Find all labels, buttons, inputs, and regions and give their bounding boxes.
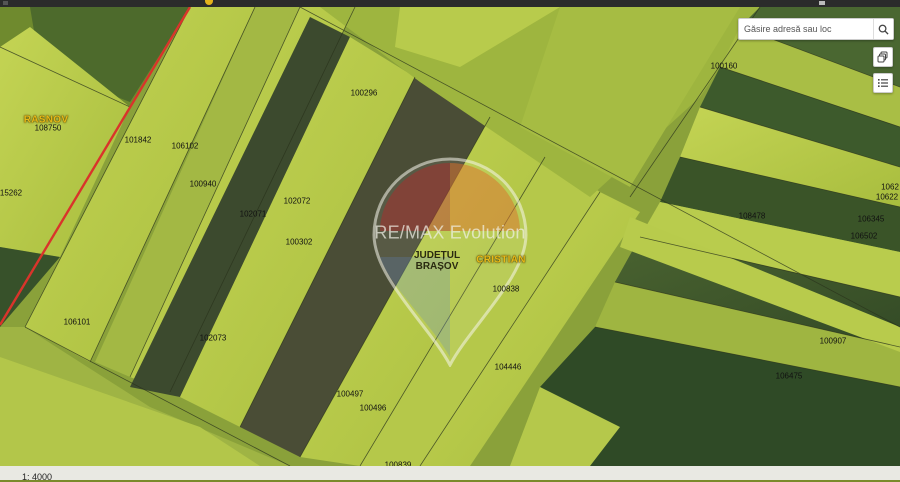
map-footer: 1: 4000 bbox=[0, 466, 900, 482]
parcel-label[interactable]: 102072 bbox=[284, 197, 311, 206]
parcel-label[interactable]: 100496 bbox=[360, 404, 387, 413]
parcel-label[interactable]: 102071 bbox=[240, 210, 267, 219]
logo-icon bbox=[205, 0, 213, 5]
layers-button[interactable] bbox=[873, 47, 893, 67]
legend-button[interactable] bbox=[873, 73, 893, 93]
search-input[interactable] bbox=[739, 20, 873, 38]
search-icon bbox=[878, 24, 889, 35]
parcel-label[interactable]: 106102 bbox=[172, 142, 199, 151]
toolbar-icon bbox=[819, 1, 825, 5]
parcel-label[interactable]: 106475 bbox=[776, 372, 803, 381]
parcel-label[interactable]: 1062 bbox=[881, 183, 899, 192]
parcel-label[interactable]: 108750 bbox=[35, 124, 62, 133]
parcel-label[interactable]: 106101 bbox=[64, 318, 91, 327]
county-label: JUDEȚUL BRAȘOV bbox=[414, 250, 460, 272]
parcel-label[interactable]: 104446 bbox=[495, 363, 522, 372]
parcel-label[interactable]: 106345 bbox=[858, 215, 885, 224]
county-label-line1: JUDEȚUL bbox=[413, 250, 461, 261]
layers-icon bbox=[877, 51, 888, 63]
legend-list-icon bbox=[878, 79, 888, 87]
scale-readout: 1: 4000 bbox=[22, 472, 53, 482]
parcel-label[interactable]: 15262 bbox=[0, 189, 22, 198]
parcel-label[interactable]: 102073 bbox=[200, 334, 227, 343]
parcel-label[interactable]: 100302 bbox=[286, 238, 313, 247]
parcel-label[interactable]: 100296 bbox=[351, 89, 378, 98]
parcel-label[interactable]: 101842 bbox=[125, 136, 152, 145]
watermark-text: RE/MAX Evolution bbox=[374, 222, 526, 243]
parcel-label[interactable]: 100907 bbox=[820, 337, 847, 346]
parcel-label[interactable]: 100497 bbox=[337, 390, 364, 399]
parcel-label[interactable]: 106502 bbox=[851, 232, 878, 241]
parcel-label[interactable]: 100940 bbox=[190, 180, 217, 189]
county-label-line2: BRAȘOV bbox=[415, 261, 459, 272]
locality-label-cristian: CRISTIAN bbox=[476, 254, 526, 266]
search-button[interactable] bbox=[873, 19, 893, 39]
toolbar-icon bbox=[3, 1, 8, 5]
parcel-label[interactable]: 100160 bbox=[711, 62, 738, 71]
search-box bbox=[738, 18, 894, 40]
top-toolbar bbox=[0, 0, 900, 7]
parcel-label[interactable]: 108478 bbox=[739, 212, 766, 221]
parcel-label[interactable]: 100838 bbox=[493, 285, 520, 294]
parcel-label[interactable]: 10622 bbox=[876, 193, 898, 202]
